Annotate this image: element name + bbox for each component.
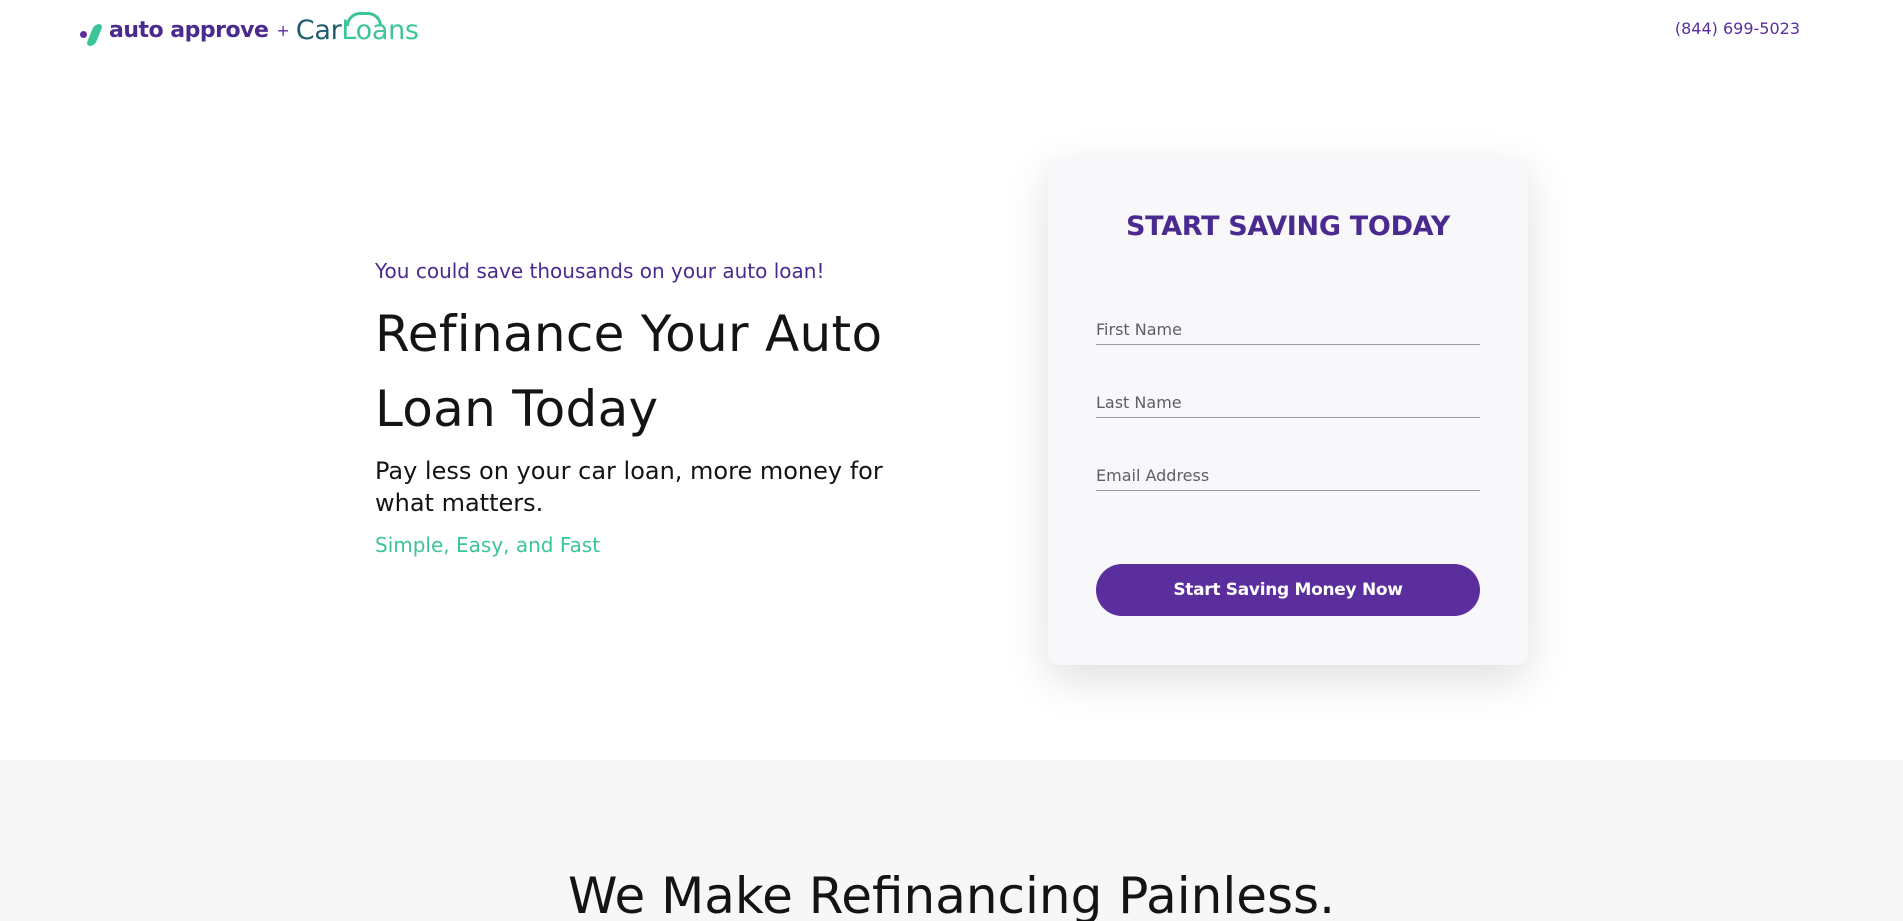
logo-text-carloans: CarLoans — [295, 12, 419, 48]
logo-checkmark — [85, 24, 104, 46]
auto-approve-logo-icon — [80, 22, 106, 46]
hero-headline-line-1: Refinance Your Auto — [375, 305, 883, 363]
car-roof-icon — [345, 12, 382, 26]
email-field-wrapper — [1096, 462, 1480, 491]
email-input[interactable] — [1096, 462, 1480, 488]
section-title: We Make Refinancing Painless. — [567, 867, 1336, 921]
refinancing-section: We Make Refinancing Painless. — [0, 760, 1903, 921]
start-saving-button[interactable]: Start Saving Money Now — [1096, 564, 1480, 616]
hero-headline-line-2: Loan Today — [375, 380, 659, 438]
phone-link[interactable]: (844) 699-5023 — [1675, 19, 1800, 39]
last-name-input[interactable] — [1096, 389, 1480, 415]
hero-headline: Refinance Your Auto Loan Today — [375, 297, 935, 447]
hero-features: Simple, Easy, and Fast — [375, 533, 601, 557]
site-header: auto approve + CarLoans (844) 699-5023 — [0, 0, 1903, 64]
logo-plus: + — [276, 21, 290, 40]
hero-tagline: You could save thousands on your auto lo… — [375, 259, 825, 283]
first-name-field-wrapper — [1096, 316, 1480, 345]
form-title: START SAVING TODAY — [1126, 211, 1450, 242]
logo-text-auto-approve: auto approve — [109, 18, 269, 43]
hero-section: You could save thousands on your auto lo… — [375, 255, 935, 559]
lead-form: START SAVING TODAY Start Saving Money No… — [1048, 158, 1528, 665]
first-name-input[interactable] — [1096, 316, 1480, 342]
last-name-field-wrapper — [1096, 389, 1480, 418]
logo-dot — [80, 31, 87, 38]
logo-text-car: Car — [295, 15, 342, 46]
hero-subhead: Pay less on your car loan, more money fo… — [375, 457, 883, 517]
logo-link[interactable]: auto approve + CarLoans — [80, 12, 419, 48]
